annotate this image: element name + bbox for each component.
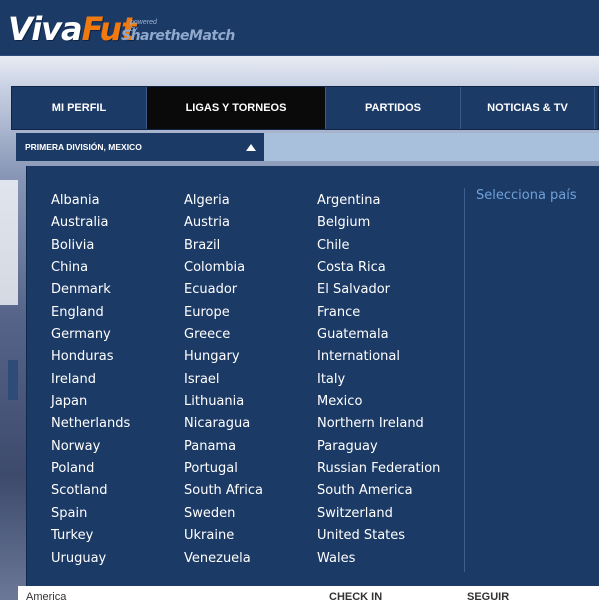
- country-dropdown-panel: Albania Australia Bolivia China Denmark Engla…: [26, 166, 599, 586]
- country-link[interactable]: Honduras: [51, 346, 130, 368]
- country-link[interactable]: El Salvador: [317, 279, 440, 301]
- country-link[interactable]: Russian Federation: [317, 458, 440, 480]
- tab-noticias-tv[interactable]: NOTICIAS & TV: [461, 87, 595, 129]
- country-link[interactable]: Venezuela: [184, 548, 263, 570]
- country-link[interactable]: Norway: [51, 436, 130, 458]
- country-link[interactable]: South Africa: [184, 480, 263, 502]
- country-link[interactable]: Ireland: [51, 369, 130, 391]
- country-column-1: Albania Australia Bolivia China Denmark Engla…: [51, 190, 130, 570]
- country-link[interactable]: Chile: [317, 235, 440, 257]
- site-header: Viva Fut powered by SharetheMatch: [0, 0, 599, 56]
- bottom-partial-row: America CHECK IN SEGUIR: [18, 586, 599, 600]
- background-side-block: [8, 360, 18, 400]
- country-link[interactable]: Switzerland: [317, 503, 440, 525]
- country-link[interactable]: Australia: [51, 212, 130, 234]
- vivafut-logo[interactable]: Viva Fut powered by SharetheMatch: [8, 8, 235, 48]
- country-link[interactable]: Uruguay: [51, 548, 130, 570]
- country-link[interactable]: Costa Rica: [317, 257, 440, 279]
- country-link[interactable]: Spain: [51, 503, 130, 525]
- tab-mi-perfil[interactable]: MI PERFIL: [12, 87, 147, 129]
- country-link[interactable]: Ukraine: [184, 525, 263, 547]
- country-link[interactable]: International: [317, 346, 440, 368]
- bottom-left-text: America: [26, 591, 67, 600]
- country-link[interactable]: Belgium: [317, 212, 440, 234]
- select-country-link[interactable]: Selecciona país: [476, 188, 577, 203]
- country-column-2: Algeria Austria Brazil Colombia Ecuador Europ…: [184, 190, 263, 570]
- country-link[interactable]: China: [51, 257, 130, 279]
- logo-sharethematch-text: SharetheMatch: [121, 28, 235, 44]
- country-link[interactable]: Colombia: [184, 257, 263, 279]
- tab-partidos[interactable]: PARTIDOS: [326, 87, 461, 129]
- country-link[interactable]: Italy: [317, 369, 440, 391]
- country-link[interactable]: Sweden: [184, 503, 263, 525]
- country-link[interactable]: Northern Ireland: [317, 413, 440, 435]
- country-link[interactable]: Paraguay: [317, 436, 440, 458]
- country-link[interactable]: Bolivia: [51, 235, 130, 257]
- country-link[interactable]: Turkey: [51, 525, 130, 547]
- follow-button[interactable]: SEGUIR: [467, 591, 509, 600]
- logo-viva-text: Viva: [8, 10, 83, 48]
- country-link[interactable]: Brazil: [184, 235, 263, 257]
- country-link[interactable]: England: [51, 302, 130, 324]
- country-link[interactable]: South America: [317, 480, 440, 502]
- background-side-panel: [0, 180, 18, 305]
- country-link[interactable]: Japan: [51, 391, 130, 413]
- country-link[interactable]: Panama: [184, 436, 263, 458]
- country-link[interactable]: Wales: [317, 548, 440, 570]
- country-link[interactable]: Germany: [51, 324, 130, 346]
- tab-ligas-y-torneos[interactable]: LIGAS Y TORNEOS: [147, 87, 326, 129]
- country-link[interactable]: Austria: [184, 212, 263, 234]
- league-dropdown[interactable]: PRIMERA DIVISIÓN, MEXICO: [16, 133, 264, 161]
- country-link[interactable]: Argentina: [317, 190, 440, 212]
- league-dropdown-label: PRIMERA DIVISIÓN, MEXICO: [25, 142, 142, 152]
- country-link[interactable]: Netherlands: [51, 413, 130, 435]
- country-link[interactable]: Portugal: [184, 458, 263, 480]
- country-link[interactable]: Albania: [51, 190, 130, 212]
- country-link[interactable]: Hungary: [184, 346, 263, 368]
- country-link[interactable]: United States: [317, 525, 440, 547]
- country-link[interactable]: Mexico: [317, 391, 440, 413]
- country-link[interactable]: Denmark: [51, 279, 130, 301]
- country-column-3: Argentina Belgium Chile Costa Rica El Salvad…: [317, 190, 440, 570]
- check-in-button[interactable]: CHECK IN: [329, 591, 382, 600]
- league-bar: PRIMERA DIVISIÓN, MEXICO: [16, 133, 599, 161]
- column-divider: [464, 188, 465, 572]
- country-link[interactable]: Guatemala: [317, 324, 440, 346]
- country-link[interactable]: Scotland: [51, 480, 130, 502]
- country-link[interactable]: Europe: [184, 302, 263, 324]
- country-link[interactable]: Lithuania: [184, 391, 263, 413]
- country-link[interactable]: Israel: [184, 369, 263, 391]
- main-nav: MI PERFIL LIGAS Y TORNEOS PARTIDOS NOTIC…: [11, 86, 599, 130]
- country-link[interactable]: Greece: [184, 324, 263, 346]
- country-link[interactable]: France: [317, 302, 440, 324]
- country-link[interactable]: Poland: [51, 458, 130, 480]
- country-link[interactable]: Algeria: [184, 190, 263, 212]
- caret-up-icon: [246, 143, 256, 151]
- country-link[interactable]: Nicaragua: [184, 413, 263, 435]
- country-link[interactable]: Ecuador: [184, 279, 263, 301]
